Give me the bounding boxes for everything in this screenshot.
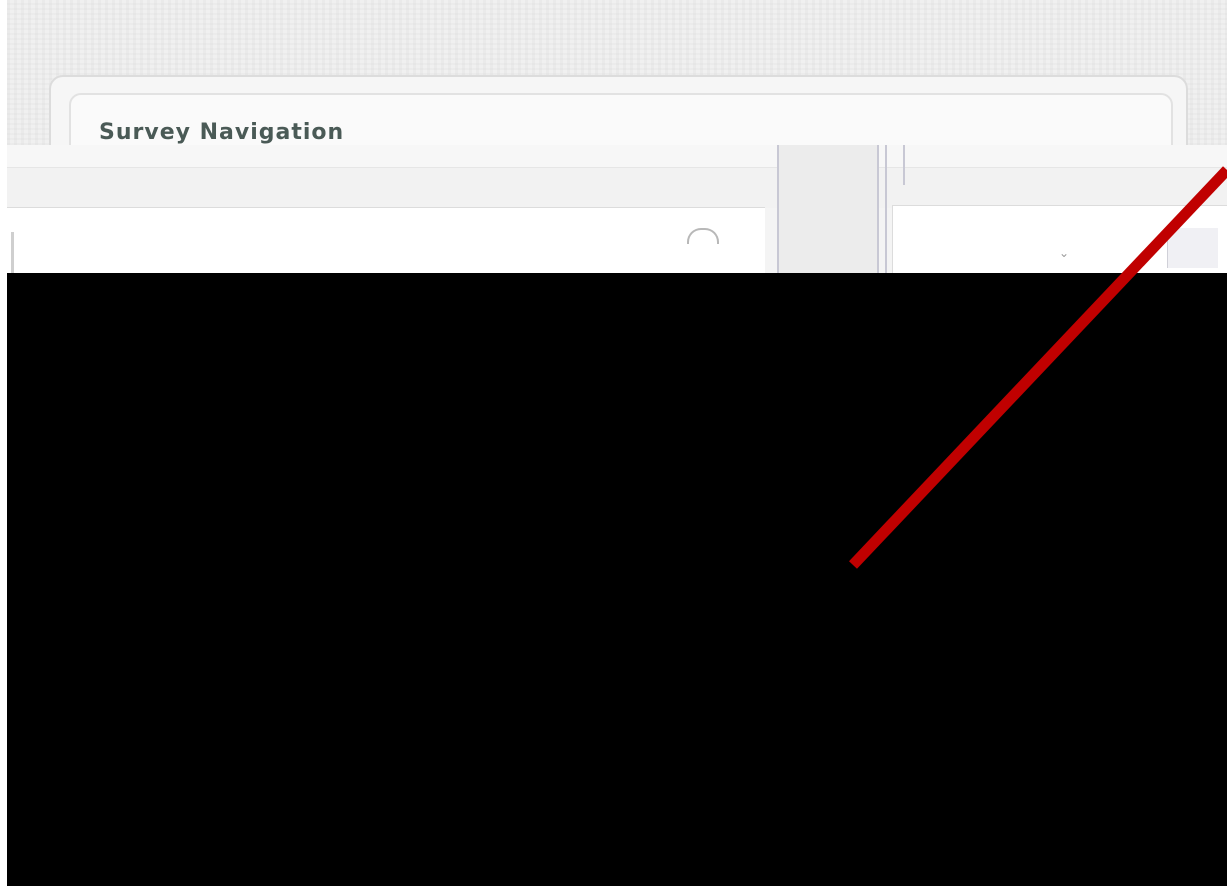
app-screen: Survey Navigation ⌄ xyxy=(7,0,1227,886)
panel-divider xyxy=(885,145,887,275)
toolbar-strip xyxy=(7,167,1227,208)
list-item[interactable] xyxy=(7,207,765,274)
toolbar xyxy=(7,145,1227,167)
chevron-down-icon[interactable]: ⌄ xyxy=(1059,246,1069,260)
page-title: Survey Navigation xyxy=(99,120,345,145)
field-button[interactable] xyxy=(1167,228,1218,268)
row-marker xyxy=(11,232,14,274)
thumbnail-panel[interactable] xyxy=(777,145,879,275)
panel-divider-secondary xyxy=(903,145,905,185)
redacted-region xyxy=(7,273,1227,886)
